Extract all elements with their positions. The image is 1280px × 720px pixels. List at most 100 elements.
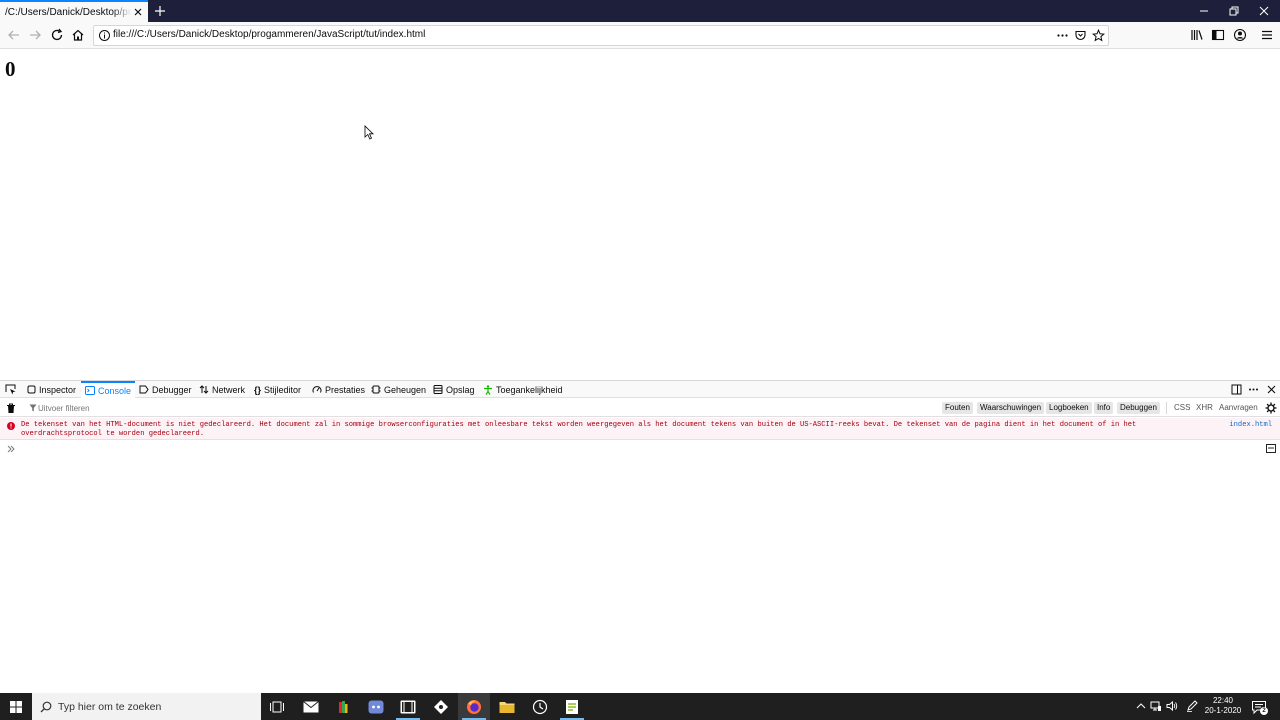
taskbar-app-git[interactable]: [425, 693, 457, 720]
taskbar-app-file-explorer[interactable]: [491, 693, 523, 720]
back-icon[interactable]: [6, 27, 22, 43]
taskbar-app-colorful[interactable]: [327, 693, 359, 720]
pocket-icon[interactable]: [1074, 29, 1087, 42]
tab-label: Console: [98, 385, 132, 396]
account-icon[interactable]: [1232, 27, 1248, 43]
console-filter-bar: Fouten Waarschuwingen Logboeken Info Deb…: [0, 399, 1280, 417]
page-actions-icon[interactable]: [1056, 29, 1069, 42]
page-viewport: 0: [0, 49, 1280, 380]
tab-inspector[interactable]: Inspector: [27, 381, 76, 398]
notepad-plus-icon: [566, 699, 578, 714]
git-diamond-icon: [434, 699, 448, 714]
taskbar-search-box[interactable]: Typ hier om te zoeken: [32, 693, 261, 720]
taskbar-app-mail[interactable]: [295, 693, 327, 720]
close-devtools-icon[interactable]: [1266, 384, 1277, 395]
console-message-error: De tekenset van het HTML-document is nie…: [0, 418, 1280, 440]
tab-network[interactable]: Netwerk: [199, 381, 245, 398]
windows-logo-icon: [10, 700, 22, 713]
action-center-button[interactable]: 2: [1251, 699, 1268, 715]
task-view-button[interactable]: [261, 693, 293, 720]
taskbar-app-media[interactable]: [392, 693, 424, 720]
taskbar-app-discord[interactable]: [360, 693, 392, 720]
discord-icon: [368, 700, 384, 713]
element-picker-icon[interactable]: [5, 384, 16, 395]
page-info-icon[interactable]: [98, 29, 111, 42]
media-player-icon: [400, 700, 416, 713]
tab-memory[interactable]: Geheugen: [371, 381, 426, 398]
tab-label: Stijleditor: [264, 384, 302, 395]
mail-icon: [303, 700, 319, 712]
library-icon[interactable]: [1189, 27, 1205, 43]
filter-warnings-button[interactable]: Waarschuwingen: [977, 402, 1045, 414]
tab-strip: /C:/Users/Danick/Desktop/progammeren/Jav…: [0, 0, 1280, 22]
memory-icon: [371, 385, 381, 394]
bookmark-star-icon[interactable]: [1092, 29, 1105, 42]
restore-icon[interactable]: [1218, 0, 1250, 22]
filter-css-button[interactable]: CSS: [1171, 402, 1193, 414]
filter-xhr-button[interactable]: XHR: [1193, 402, 1216, 414]
tab-debugger[interactable]: Debugger: [139, 381, 192, 398]
devtools-panel: Inspector Console Debugger Netwerk {} St…: [0, 380, 1280, 693]
tab-style-editor[interactable]: {} Stijleditor: [254, 381, 301, 398]
forward-icon[interactable]: [27, 27, 43, 43]
tab-accessibility[interactable]: Toegankelijkheid: [483, 381, 563, 398]
page-heading: 0: [5, 57, 16, 81]
task-view-icon: [270, 701, 284, 712]
url-bar[interactable]: file:///C:/Users/Danick/Desktop/progamme…: [93, 25, 1109, 46]
tab-label: Toegankelijkheid: [496, 384, 563, 395]
menu-icon[interactable]: [1259, 27, 1275, 43]
tab-console[interactable]: Console: [81, 381, 136, 398]
taskbar-app-clock[interactable]: [524, 693, 556, 720]
sidebar-icon[interactable]: [1210, 27, 1226, 43]
tab-label: Opslag: [446, 384, 475, 395]
mouse-cursor-icon: [364, 125, 374, 140]
colorful-app-icon: [339, 700, 348, 713]
trash-icon[interactable]: [6, 403, 16, 414]
close-window-icon[interactable]: [1248, 0, 1280, 22]
filter-requests-button[interactable]: Aanvragen: [1216, 402, 1261, 414]
console-message-source-link[interactable]: index.html: [1229, 421, 1272, 429]
console-settings-gear-icon[interactable]: [1265, 402, 1277, 414]
tab-performance[interactable]: Prestaties: [312, 381, 365, 398]
home-icon[interactable]: [70, 27, 86, 43]
show-hidden-icons-chevron-icon[interactable]: [1135, 700, 1147, 712]
search-icon: [40, 701, 52, 713]
network-tray-icon[interactable]: [1150, 700, 1162, 712]
network-icon: [199, 385, 209, 394]
filter-logs-button[interactable]: Logboeken: [1046, 402, 1092, 414]
tab-title: /C:/Users/Danick/Desktop/progammeren/Jav…: [5, 6, 131, 18]
close-tab-icon[interactable]: [132, 6, 144, 18]
browser-tab[interactable]: /C:/Users/Danick/Desktop/progammeren/Jav…: [0, 0, 148, 22]
pen-ink-icon[interactable]: [1186, 700, 1198, 712]
tab-label: Netwerk: [212, 384, 246, 395]
console-filter-input[interactable]: [28, 401, 328, 415]
filter-errors-button[interactable]: Fouten: [942, 402, 973, 414]
new-tab-icon[interactable]: [152, 3, 168, 19]
navigation-toolbar: file:///C:/Users/Danick/Desktop/progamme…: [0, 22, 1280, 49]
clock-time: 22:40: [1212, 696, 1234, 705]
search-placeholder: Typ hier om te zoeken: [58, 700, 162, 713]
inspector-icon: [27, 385, 36, 394]
more-options-icon[interactable]: [1248, 384, 1259, 395]
tab-storage[interactable]: Opslag: [433, 381, 475, 398]
volume-icon[interactable]: [1166, 700, 1178, 712]
filter-debug-button[interactable]: Debuggen: [1117, 402, 1160, 414]
editor-mode-icon[interactable]: [1266, 444, 1276, 453]
console-prompt-chevron-icon: [7, 445, 15, 453]
filter-info-button[interactable]: Info: [1094, 402, 1114, 414]
minimize-icon[interactable]: [1188, 0, 1220, 22]
dock-side-icon[interactable]: [1231, 384, 1242, 395]
tab-label: Geheugen: [384, 384, 427, 395]
reload-icon[interactable]: [49, 27, 65, 43]
devtools-toolbar: Inspector Console Debugger Netwerk {} St…: [0, 381, 1280, 398]
error-icon: [7, 422, 15, 430]
console-input-row[interactable]: [0, 443, 1280, 457]
accessibility-icon: [483, 384, 493, 395]
taskbar-app-firefox[interactable]: [458, 693, 490, 720]
taskbar-app-editor[interactable]: [556, 693, 588, 720]
tab-label: Debugger: [152, 384, 192, 395]
url-text: file:///C:/Users/Danick/Desktop/progamme…: [113, 29, 426, 40]
style-editor-icon: {}: [254, 384, 262, 395]
start-button[interactable]: [0, 693, 32, 720]
taskbar-clock[interactable]: 22:40 20-1-2020: [1199, 696, 1247, 716]
